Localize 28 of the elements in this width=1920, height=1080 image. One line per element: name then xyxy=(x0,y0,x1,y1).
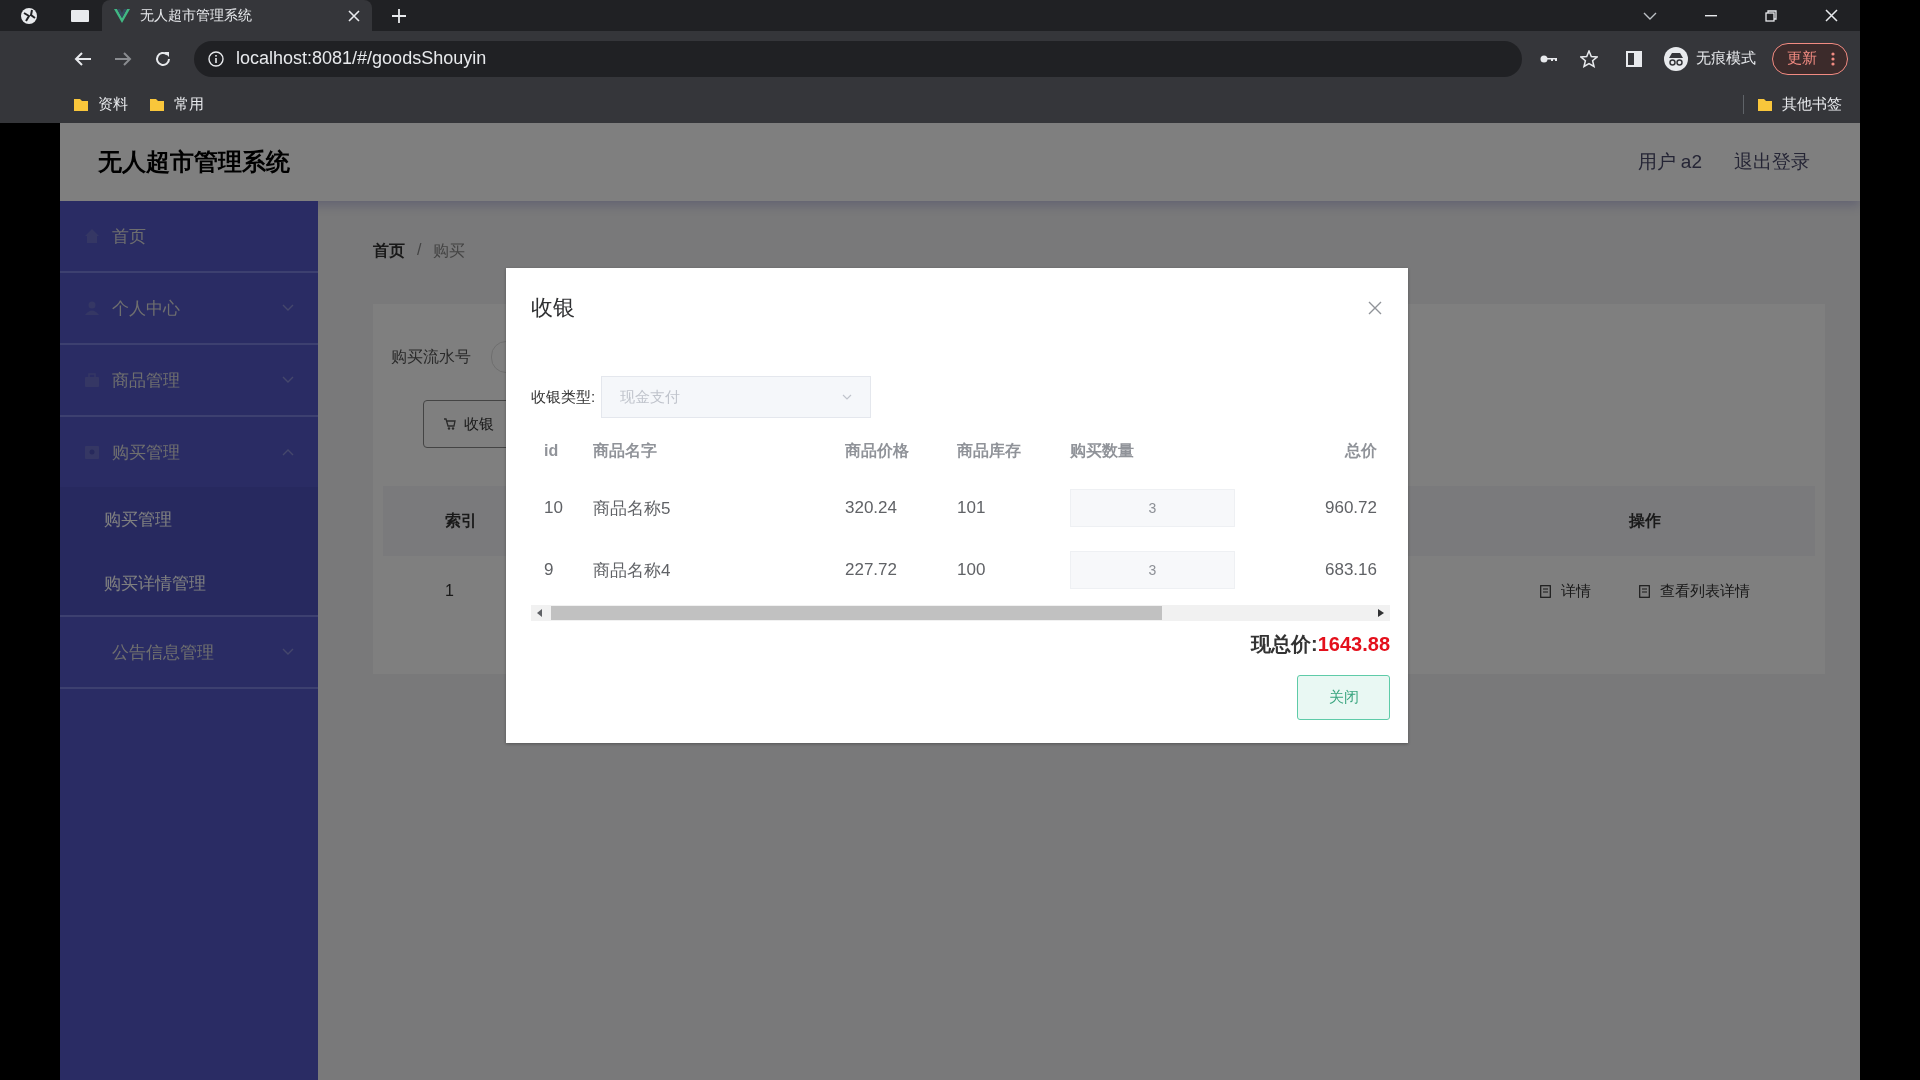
column-header: 购买数量 xyxy=(1069,440,1135,461)
user-name: 用户 a2 xyxy=(1637,150,1702,174)
table-cell-text: 10 xyxy=(543,498,564,518)
column-header: 总价 xyxy=(1343,440,1378,461)
table-cell-text: 683.16 xyxy=(1324,560,1378,580)
table-cell-text: 227.72 xyxy=(844,560,898,580)
total-label: 现总价: xyxy=(1251,631,1318,657)
search-label: 购买流水号 xyxy=(391,346,471,367)
table-cell-text: 1 xyxy=(444,582,455,600)
table-cell-text: 商品名称4 xyxy=(592,559,672,582)
url-text: localhost:8081/#/goodsShouyin xyxy=(236,48,487,69)
tab-title: 无人超市管理系统 xyxy=(140,6,253,25)
column-header: 商品库存 xyxy=(956,440,1022,461)
table-cell-text: 101 xyxy=(956,498,987,518)
column-header: 商品名字 xyxy=(592,440,658,461)
dialog-title: 收银 xyxy=(531,294,575,322)
table-cell-text: 960.72 xyxy=(1324,498,1378,518)
column-header: 索引 xyxy=(444,510,478,531)
breadcrumb-separator: / xyxy=(417,241,422,260)
column-header: 商品价格 xyxy=(844,440,910,461)
table-cell-text: 320.24 xyxy=(844,498,898,518)
table-cell-text: 9 xyxy=(543,560,555,580)
column-header: 操作 xyxy=(1627,510,1662,531)
table-cell-text: 100 xyxy=(956,560,987,580)
table-cell-text: 商品名称5 xyxy=(592,497,672,520)
profile-label: 无痕模式 xyxy=(1696,49,1756,68)
app-title: 无人超市管理系统 xyxy=(98,147,290,177)
total-value: 1643.88 xyxy=(1317,632,1390,656)
